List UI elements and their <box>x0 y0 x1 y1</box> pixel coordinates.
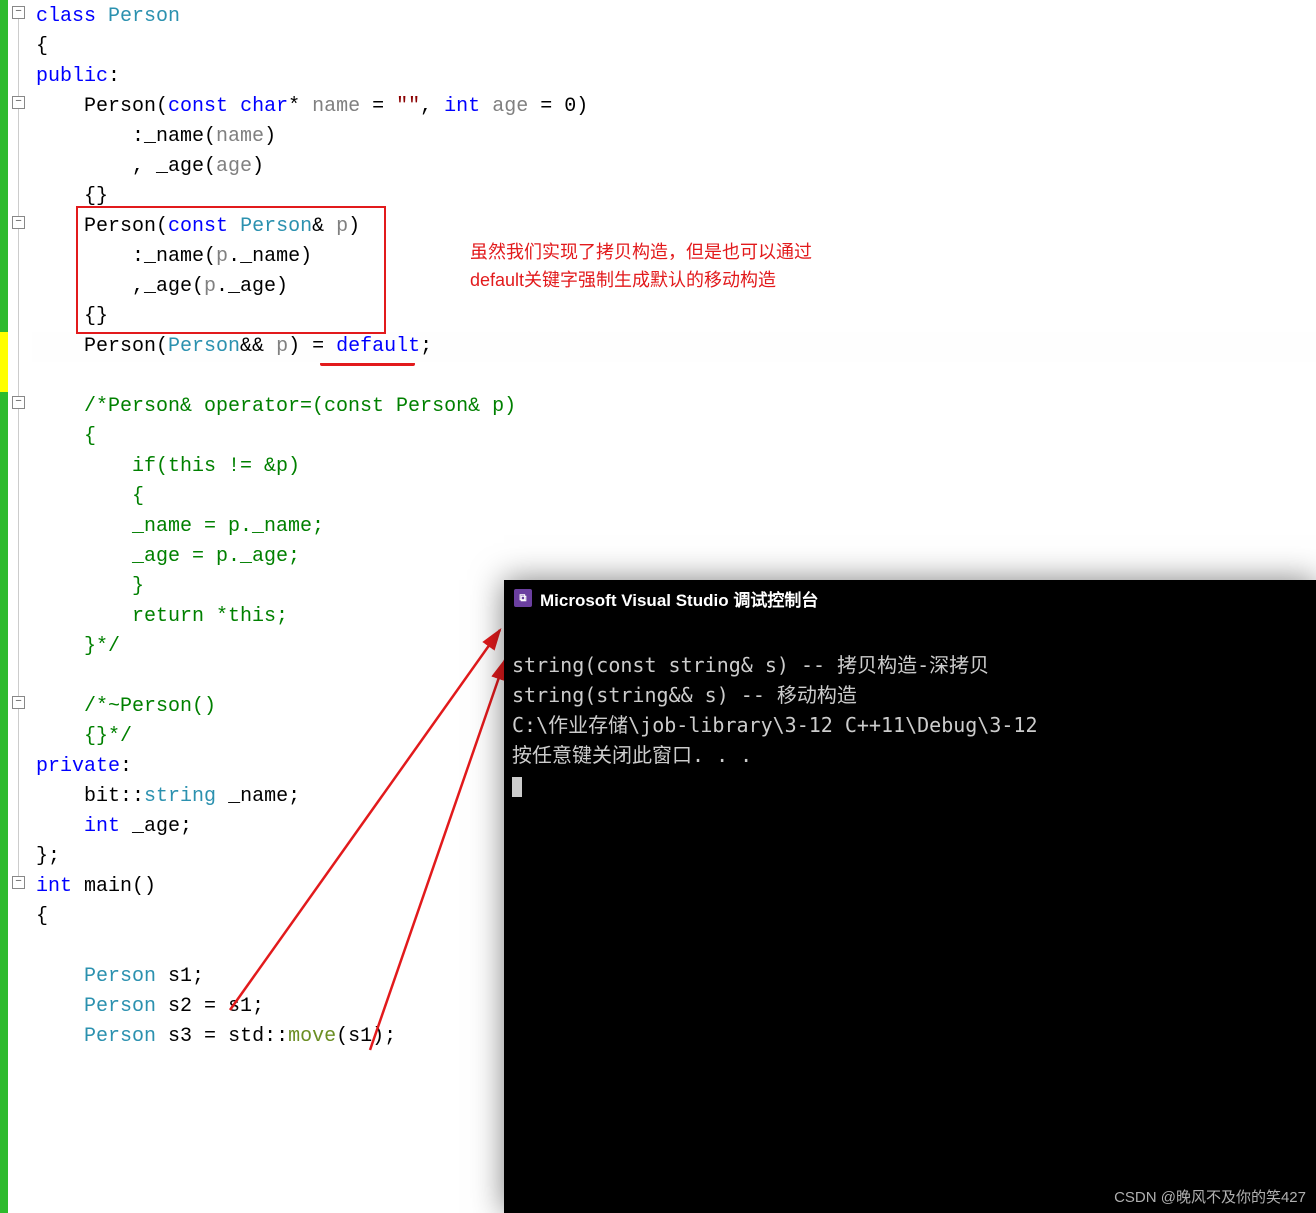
comment: /*Person& operator=(const Person& p) <box>32 392 1316 422</box>
console-icon: ⧉ <box>514 589 532 607</box>
comment: if(this != &p) <box>32 452 1316 482</box>
debug-console: ⧉ Microsoft Visual Studio 调试控制台 string(c… <box>504 580 1316 1213</box>
fold-toggle[interactable]: − <box>12 876 25 889</box>
class-name: Person <box>108 5 180 28</box>
comment: { <box>32 482 1316 512</box>
empty-braces: {} <box>32 302 1316 332</box>
comment: { <box>32 422 1316 452</box>
console-title-text: Microsoft Visual Studio 调试控制台 <box>540 586 818 611</box>
empty-braces: {} <box>32 182 1316 212</box>
fold-toggle[interactable]: − <box>12 216 25 229</box>
change-gutter <box>0 0 8 1213</box>
console-titlebar[interactable]: ⧉ Microsoft Visual Studio 调试控制台 <box>504 580 1316 616</box>
cursor <box>512 777 522 797</box>
keyword-class: class <box>36 5 96 28</box>
brace-open: { <box>32 32 1316 62</box>
comment: _age = p._age; <box>32 542 1316 572</box>
fold-toggle[interactable]: − <box>12 96 25 109</box>
fold-toggle[interactable]: − <box>12 396 25 409</box>
change-marker <box>0 332 8 392</box>
keyword-public: public <box>36 65 108 88</box>
console-output: string(const string& s) -- 拷贝构造-深拷贝strin… <box>504 616 1316 834</box>
underline-annotation <box>320 362 415 366</box>
keyword-private: private <box>36 755 120 778</box>
fold-column: − − − − − − <box>8 0 32 1213</box>
comment: _name = p._name; <box>32 512 1316 542</box>
annotation-text: 虽然我们实现了拷贝构造，但是也可以通过 default关键字强制生成默认的移动构… <box>470 238 812 294</box>
watermark: CSDN @晚风不及你的笑427 <box>1114 1186 1306 1207</box>
fold-toggle[interactable]: − <box>12 696 25 709</box>
fold-toggle[interactable]: − <box>12 6 25 19</box>
